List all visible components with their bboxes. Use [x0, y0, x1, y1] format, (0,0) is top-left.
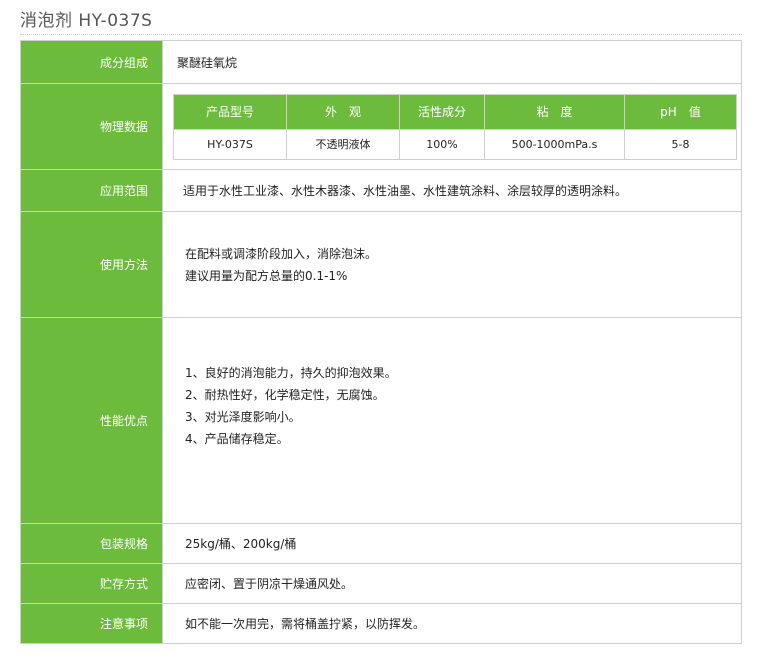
cell-appearance: 不透明液体 — [286, 128, 400, 160]
label-storage: 贮存方式 — [20, 563, 163, 604]
label-notes: 注意事项 — [20, 603, 163, 644]
label-composition: 成分组成 — [20, 40, 163, 84]
row-storage: 贮存方式 应密闭、置于阴凉干燥通风处。 — [20, 563, 742, 604]
label-packaging: 包装规格 — [20, 523, 163, 564]
performance-line: 1、良好的消泡能力，持久的抑泡效果。 — [185, 366, 397, 380]
value-storage: 应密闭、置于阴凉干燥通风处。 — [162, 563, 742, 604]
row-notes: 注意事项 如不能一次用完，需将桶盖拧紧，以防挥发。 — [20, 603, 742, 644]
header-ph: pH 值 — [624, 93, 737, 130]
value-packaging: 25kg/桶、200kg/桶 — [162, 523, 742, 564]
performance-line: 4、产品储存稳定。 — [185, 432, 289, 446]
physical-header-row: 产品型号 外 观 活性成分 粘 度 pH 值 — [173, 93, 737, 130]
row-physical: 物理数据 产品型号 外 观 活性成分 粘 度 pH 值 HY-037S 不透明液… — [20, 83, 742, 170]
row-application: 应用范围 适用于水性工业漆、水性木器漆、水性油墨、水性建筑涂料、涂层较厚的透明涂… — [20, 169, 742, 212]
title-divider — [20, 34, 742, 35]
row-composition: 成分组成 聚醚硅氧烷 — [20, 40, 742, 84]
physical-value-row: HY-037S 不透明液体 100% 500-1000mPa.s 5-8 — [173, 128, 737, 160]
physical-data-table: 产品型号 外 观 活性成分 粘 度 pH 值 HY-037S 不透明液体 100… — [173, 93, 737, 160]
performance-line: 3、对光泽度影响小。 — [185, 410, 301, 424]
spec-table: 成分组成 聚醚硅氧烷 物理数据 产品型号 外 观 活性成分 粘 度 pH 值 H… — [20, 40, 742, 644]
label-application: 应用范围 — [20, 169, 163, 212]
performance-line: 2、耐热性好，化学稳定性，无腐蚀。 — [185, 388, 385, 402]
label-performance: 性能优点 — [20, 317, 163, 524]
value-usage: 在配料或调漆阶段加入，消除泡沫。 建议用量为配方总量的0.1-1% — [162, 211, 742, 318]
cell-ph: 5-8 — [624, 128, 737, 160]
header-viscosity: 粘 度 — [484, 93, 625, 130]
header-active-content: 活性成分 — [399, 93, 485, 130]
value-physical: 产品型号 外 观 活性成分 粘 度 pH 值 HY-037S 不透明液体 100… — [162, 83, 742, 170]
label-usage: 使用方法 — [20, 211, 163, 318]
usage-line: 建议用量为配方总量的0.1-1% — [185, 268, 348, 283]
row-performance: 性能优点 1、良好的消泡能力，持久的抑泡效果。 2、耐热性好，化学稳定性，无腐蚀… — [20, 317, 742, 524]
page-title: 消泡剂 HY-037S — [20, 11, 153, 31]
value-notes: 如不能一次用完，需将桶盖拧紧，以防挥发。 — [162, 603, 742, 644]
value-performance: 1、良好的消泡能力，持久的抑泡效果。 2、耐热性好，化学稳定性，无腐蚀。 3、对… — [162, 317, 742, 524]
header-model: 产品型号 — [173, 93, 287, 130]
value-composition: 聚醚硅氧烷 — [162, 40, 742, 84]
row-usage: 使用方法 在配料或调漆阶段加入，消除泡沫。 建议用量为配方总量的0.1-1% — [20, 211, 742, 318]
row-packaging: 包装规格 25kg/桶、200kg/桶 — [20, 523, 742, 564]
cell-viscosity: 500-1000mPa.s — [484, 128, 625, 160]
usage-line: 在配料或调漆阶段加入，消除泡沫。 — [185, 246, 378, 261]
header-appearance: 外 观 — [286, 93, 400, 130]
label-physical: 物理数据 — [20, 83, 163, 170]
cell-active-content: 100% — [399, 128, 485, 160]
cell-model: HY-037S — [173, 128, 287, 160]
value-application: 适用于水性工业漆、水性木器漆、水性油墨、水性建筑涂料、涂层较厚的透明涂料。 — [162, 169, 742, 212]
